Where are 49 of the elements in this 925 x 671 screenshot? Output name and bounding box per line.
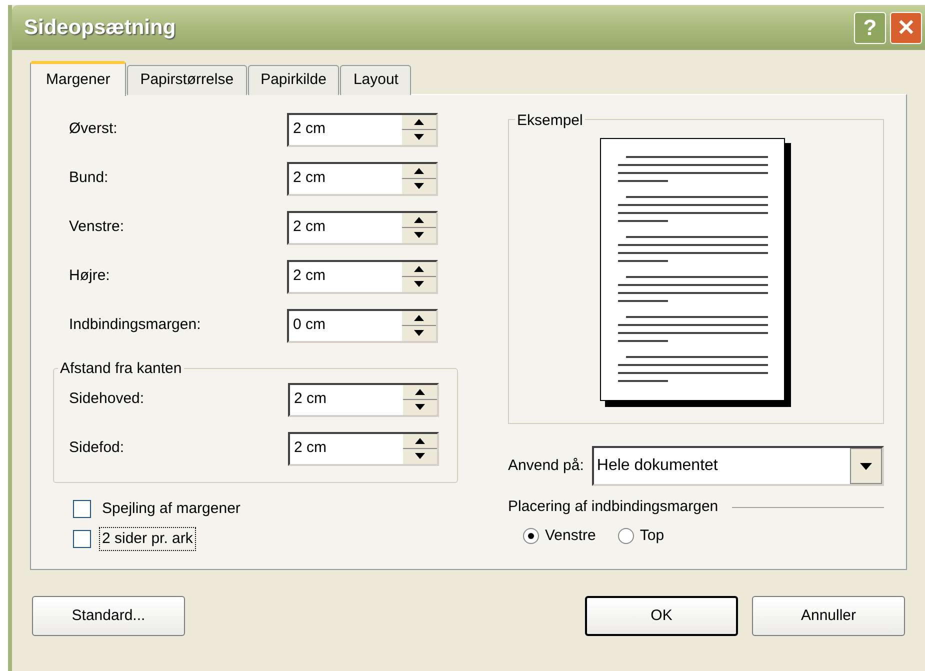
down-arrow-icon[interactable]	[414, 183, 424, 190]
field-label: Indbindingsmargen:	[69, 315, 202, 336]
down-arrow-icon[interactable]	[414, 330, 424, 336]
down-arrow-icon[interactable]	[415, 453, 425, 460]
field-label: Venstre:	[69, 217, 126, 238]
field-label: Øverst:	[69, 119, 118, 140]
radio-button[interactable]	[523, 528, 539, 544]
spin-field[interactable]: 2 cm	[287, 162, 438, 196]
down-arrow-icon[interactable]	[415, 404, 425, 410]
tab[interactable]: Layout	[340, 65, 412, 95]
up-arrow-icon[interactable]	[415, 438, 425, 444]
field-label: Anvend på:	[508, 456, 584, 476]
checkbox[interactable]	[73, 530, 91, 548]
up-arrow-icon[interactable]	[414, 118, 424, 125]
close-button[interactable]: ✕	[890, 12, 922, 44]
tab[interactable]: Papirkilde	[248, 65, 340, 95]
dialog-button[interactable]: Standard...	[32, 596, 185, 636]
checkbox-label[interactable]: Spejling af margener	[99, 497, 244, 522]
spin-field[interactable]: 2 cm	[288, 432, 439, 466]
up-arrow-icon[interactable]	[414, 266, 424, 272]
checkbox[interactable]	[73, 500, 91, 518]
dialog-button[interactable]: OK	[585, 596, 738, 636]
group-title: Placering af indbindingsmargen	[508, 497, 718, 517]
up-arrow-icon[interactable]	[414, 216, 424, 223]
field-label: Sidehoved:	[69, 389, 146, 410]
up-arrow-icon[interactable]	[415, 388, 425, 395]
spin-field[interactable]: 2 cm	[288, 382, 439, 416]
radio-label[interactable]: Venstre	[545, 524, 596, 547]
dropdown[interactable]: Hele dokumentet	[592, 446, 884, 486]
spin-field[interactable]: 2 cm	[287, 112, 438, 146]
down-arrow-icon[interactable]	[414, 232, 424, 238]
down-arrow-icon[interactable]	[414, 134, 424, 140]
tab[interactable]: Papirstørrelse	[127, 65, 247, 95]
up-arrow-icon[interactable]	[414, 314, 424, 321]
spin-field[interactable]: 0 cm	[287, 308, 438, 342]
down-arrow-icon[interactable]	[414, 281, 424, 288]
field-label: Højre:	[69, 266, 111, 286]
radio-label[interactable]: Top	[640, 524, 664, 547]
up-arrow-icon[interactable]	[414, 168, 424, 174]
window-title: Sideopsætning	[24, 14, 177, 41]
dialog-button[interactable]: Annuller	[752, 596, 905, 636]
dropdown-arrow-icon[interactable]	[860, 462, 872, 470]
radio-button[interactable]	[618, 528, 634, 544]
tab[interactable]: Margener	[30, 61, 126, 96]
spin-field[interactable]: 2 cm	[287, 210, 438, 244]
field-label: Bund:	[69, 168, 110, 188]
checkbox-label[interactable]: 2 sider pr. ark	[99, 526, 196, 551]
field-label: Sidefod:	[69, 438, 126, 458]
spin-field[interactable]: 2 cm	[287, 260, 438, 294]
